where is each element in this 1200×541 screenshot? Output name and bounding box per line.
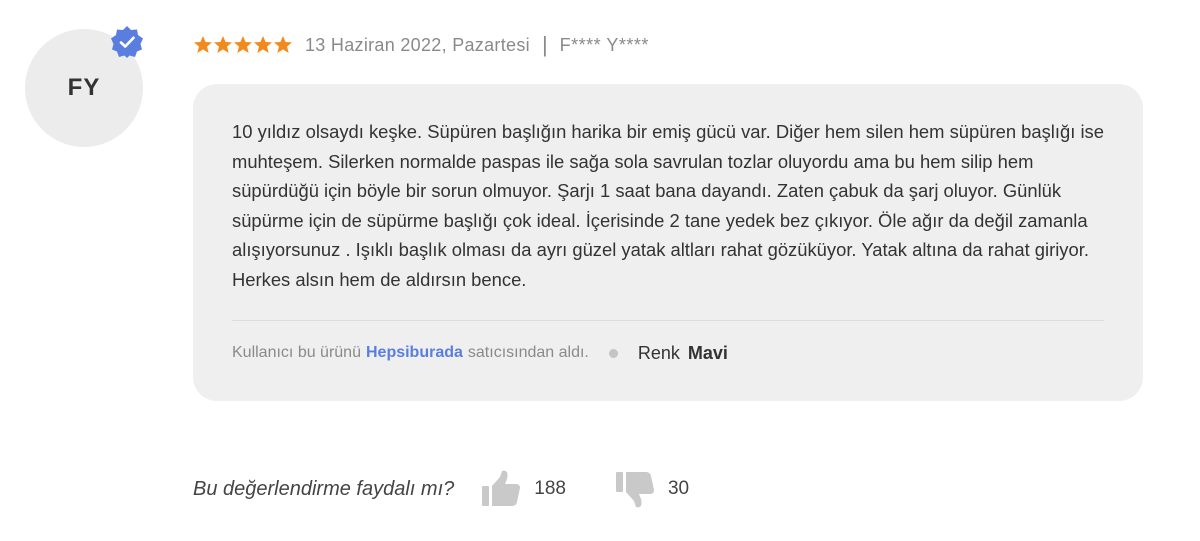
helpful-yes-count: 188 [534,478,566,499]
review-header: 13 Haziran 2022, Pazartesi | F**** Y**** [193,30,649,60]
purchase-suffix: satıcısından aldı. [467,344,589,361]
review-card: 10 yıldız olsaydı keşke. Süpüren başlığı… [193,84,1143,401]
seller-link[interactable]: Hepsiburada [366,344,463,362]
helpful-section: Bu değerlendirme faydalı mı? 188 30 [193,470,689,508]
helpful-question: Bu değerlendirme faydalı mı? [193,477,455,500]
review-date: 13 Haziran 2022, Pazartesi [305,34,530,55]
avatar-initials: FY [67,74,101,101]
star-rating [193,35,293,55]
dot-separator [608,348,618,358]
review-text: 10 yıldız olsaydı keşke. Süpüren başlığı… [232,121,1104,290]
variant-label: Renk [637,342,680,363]
star-icon [214,36,232,53]
verified-badge-icon [111,26,143,58]
divider [232,320,1104,321]
purchase-info: Kullanıcı bu ürünü Hepsiburada satıcısın… [232,340,728,366]
purchase-prefix: Kullanıcı bu ürünü [232,344,361,361]
star-icon [274,36,292,53]
variant-value: Mavi [687,342,728,363]
thumbs-down-icon [615,472,654,508]
helpful-no-button[interactable]: 30 [614,469,689,509]
helpful-yes-button[interactable]: 188 [480,469,566,509]
thumbs-up-icon [482,470,521,506]
helpful-no-count: 30 [667,478,690,499]
reviewer-name: F**** Y**** [559,34,649,55]
star-icon [254,36,272,53]
header-separator: | [541,32,548,57]
star-icon [234,36,252,53]
star-icon [194,36,212,53]
